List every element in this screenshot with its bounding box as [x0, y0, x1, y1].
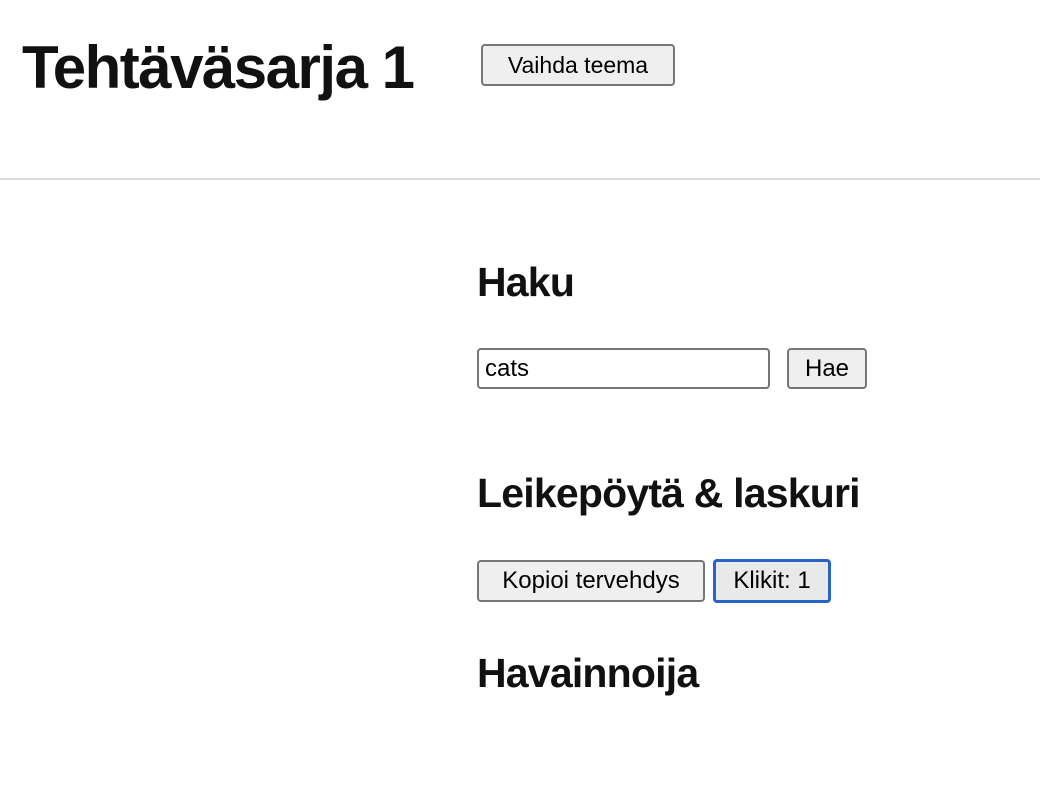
click-counter-button[interactable]: Klikit: 1	[713, 559, 831, 603]
search-input[interactable]	[477, 348, 770, 389]
header-divider	[0, 178, 1040, 180]
toggle-theme-button[interactable]: Vaihda teema	[481, 44, 675, 86]
observer-heading: Havainnoija	[477, 650, 699, 696]
page-title: Tehtäväsarja 1	[22, 34, 415, 101]
search-button[interactable]: Hae	[787, 348, 867, 389]
copy-greeting-button[interactable]: Kopioi tervehdys	[477, 560, 705, 602]
search-heading: Haku	[477, 259, 575, 305]
clipboard-counter-heading: Leikepöytä & laskuri	[477, 470, 861, 516]
